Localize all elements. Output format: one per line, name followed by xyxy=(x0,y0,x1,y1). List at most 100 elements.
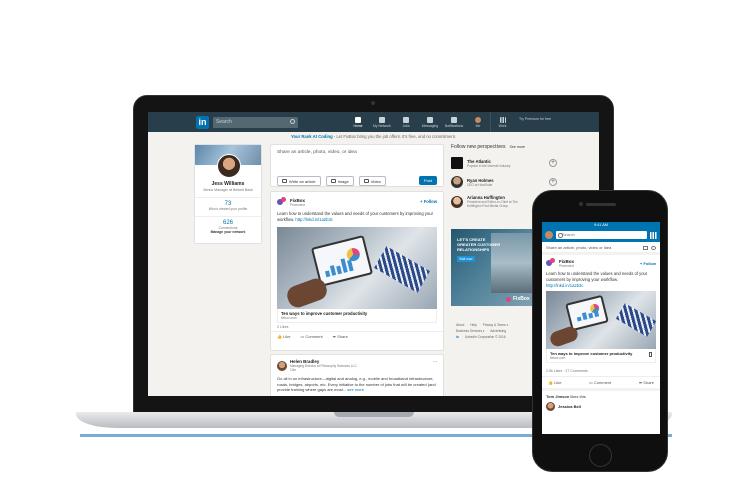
fixbox-logo-icon[interactable] xyxy=(546,258,556,268)
post-company[interactable]: FixBox xyxy=(290,198,305,203)
phone-share-placeholder: Share an article, photo, video or idea xyxy=(546,244,612,250)
phone-nav: Search xyxy=(542,228,660,242)
bookmark-icon[interactable] xyxy=(649,352,652,357)
phone-post-company[interactable]: FixBox xyxy=(559,259,574,264)
comment-label: Comment xyxy=(305,334,323,339)
phone-next-activity: Tom Jimson likes this xyxy=(542,391,660,402)
post2-time: 13m xyxy=(290,368,297,372)
see-more-link[interactable]: see more xyxy=(347,387,364,392)
like-button[interactable]: 👍 Like xyxy=(277,334,290,339)
share-button[interactable]: ➦ Share xyxy=(333,334,348,339)
nav-notifications-label: Notifications xyxy=(444,123,464,128)
profile-card: Jess Williams Senior Manager at Berkeit … xyxy=(194,144,262,244)
phone-search-input[interactable]: Search xyxy=(556,231,647,239)
linkedin-footer-logo-icon: in xyxy=(456,335,459,339)
video-icon[interactable] xyxy=(651,246,656,250)
nav-work-label: Work xyxy=(498,123,507,128)
perspective-item[interactable]: The Atlantic Popular in the Internet indu… xyxy=(451,157,557,169)
post-promoted: Promoted xyxy=(290,202,305,207)
profile-cover-image xyxy=(195,145,261,178)
ad-brand-name: FixBox xyxy=(513,296,530,302)
manage-network-link[interactable]: Manage your network xyxy=(195,230,261,234)
phone-home-button[interactable] xyxy=(589,444,612,467)
phone-post-text: Learn how to understand the values and n… xyxy=(546,271,656,289)
laptop-camera xyxy=(371,101,375,105)
likes-count[interactable]: 2 Likes xyxy=(271,323,443,331)
post2-header: Helen Bradley Managing Director at Philo… xyxy=(271,355,443,376)
profile-avatar[interactable] xyxy=(217,154,241,178)
next-post-author[interactable]: Jessica Bell xyxy=(558,404,581,409)
ad-cta-button[interactable]: Visit now xyxy=(457,256,475,262)
nav-notifications[interactable]: Notifications xyxy=(442,112,466,132)
share-label: Share xyxy=(337,334,348,339)
promo-link[interactable]: Your Rank At Coding xyxy=(291,134,333,139)
fixbox-logo-icon[interactable] xyxy=(277,197,287,207)
connections[interactable]: 626 Connections Manage your network xyxy=(195,216,261,234)
profile-name[interactable]: Jess Williams xyxy=(195,181,261,187)
video-button[interactable]: Video xyxy=(358,176,386,186)
try-premium-link[interactable]: Try Premium for free xyxy=(518,112,552,132)
plus-icon[interactable]: + xyxy=(549,159,557,167)
post-link[interactable]: http://lnkd.in/1a2b3c xyxy=(295,217,332,222)
share-button[interactable]: ➦ Share xyxy=(639,380,654,385)
comment-button[interactable]: ▭ Comment xyxy=(300,334,322,339)
phone-share-box[interactable]: Share an article, photo, video or idea xyxy=(542,242,660,255)
fixbox-logo-icon xyxy=(506,296,511,302)
nav-home[interactable]: Home xyxy=(346,112,370,132)
profile-views-label: Who's viewed your profile xyxy=(208,207,248,211)
activity-actor[interactable]: Tom Jimson xyxy=(546,394,569,399)
phone-search-placeholder: Search xyxy=(562,232,575,237)
phone-post-link[interactable]: http://lnkd.in/1a2b3c xyxy=(546,283,583,288)
phone-post-image[interactable] xyxy=(546,291,656,349)
phone-likes[interactable]: 2.5k Likes · 27 Comments xyxy=(542,366,660,376)
laptop-notch xyxy=(334,412,414,417)
plus-icon[interactable]: + xyxy=(549,178,557,186)
post-image[interactable] xyxy=(277,227,437,309)
write-article-button[interactable]: Write an article xyxy=(277,176,321,186)
post-actions: 👍 Like ▭ Comment ➦ Share xyxy=(271,331,443,341)
image-button[interactable]: Image xyxy=(325,176,354,186)
post-header: FixBox Promoted xyxy=(271,192,443,209)
phone-speaker xyxy=(586,203,616,206)
footer-link[interactable]: Advertising xyxy=(490,329,506,333)
linkedin-logo-icon[interactable]: in xyxy=(196,115,209,129)
phone-post-caption[interactable]: Ten ways to improve customer productivit… xyxy=(546,349,656,363)
profile-title: Senior Manager at Berkeit Bank xyxy=(203,188,253,192)
see-more-link[interactable]: See more xyxy=(509,145,525,149)
avatar xyxy=(475,116,481,123)
avatar[interactable] xyxy=(545,231,553,239)
promo-banner: Your Rank At Coding - Let FixBox bring y… xyxy=(148,132,599,142)
avatar[interactable] xyxy=(277,360,287,371)
nav-me[interactable]: Me xyxy=(466,112,490,132)
footer-link[interactable]: Help xyxy=(470,323,477,327)
search-input[interactable]: Search xyxy=(213,116,298,128)
messaging-icon xyxy=(427,116,433,123)
share-input[interactable]: Share an article, photo, video, or idea xyxy=(271,145,443,160)
search-icon[interactable] xyxy=(290,118,295,124)
post-button[interactable]: Post xyxy=(418,176,437,185)
more-options-icon[interactable]: ··· xyxy=(433,359,438,365)
phone-follow-button[interactable]: + Follow xyxy=(640,261,656,266)
nav-work[interactable]: Work xyxy=(490,112,514,132)
profile-views[interactable]: 73 Who's viewed your profile xyxy=(195,197,261,211)
image-sleeve xyxy=(374,246,430,293)
activity-action: likes this xyxy=(570,394,586,399)
follow-button[interactable]: + Follow xyxy=(420,199,437,204)
promo-text: - Let FixBox bring you the job offers. I… xyxy=(332,134,457,139)
comment-button[interactable]: ▭ Comment xyxy=(589,380,611,385)
post-caption[interactable]: Ten ways to improve customer productivit… xyxy=(277,309,437,323)
grid-icon[interactable] xyxy=(650,231,657,239)
nav-my-network[interactable]: My Network xyxy=(370,112,394,132)
footer-link[interactable]: Business Services ▾ xyxy=(456,329,485,333)
perspective-item[interactable]: Ryan Holmes CEO at HootSuite + xyxy=(451,176,557,188)
nav-jobs[interactable]: Jobs xyxy=(394,112,418,132)
marketing-composite: in Search Home My Network Jobs Messaging… xyxy=(0,0,750,483)
footer-link[interactable]: About xyxy=(456,323,464,327)
like-button[interactable]: 👍 Like xyxy=(548,380,561,385)
footer-link[interactable]: Privacy & Terms ▾ xyxy=(483,323,508,327)
avatar[interactable] xyxy=(546,402,555,411)
phone-frame: 9:41 AM Search Share an article, photo, … xyxy=(532,190,668,472)
nav-messaging[interactable]: Messaging xyxy=(418,112,442,132)
phone-post-promoted: Promoted xyxy=(559,263,574,268)
camera-icon[interactable] xyxy=(643,246,648,250)
